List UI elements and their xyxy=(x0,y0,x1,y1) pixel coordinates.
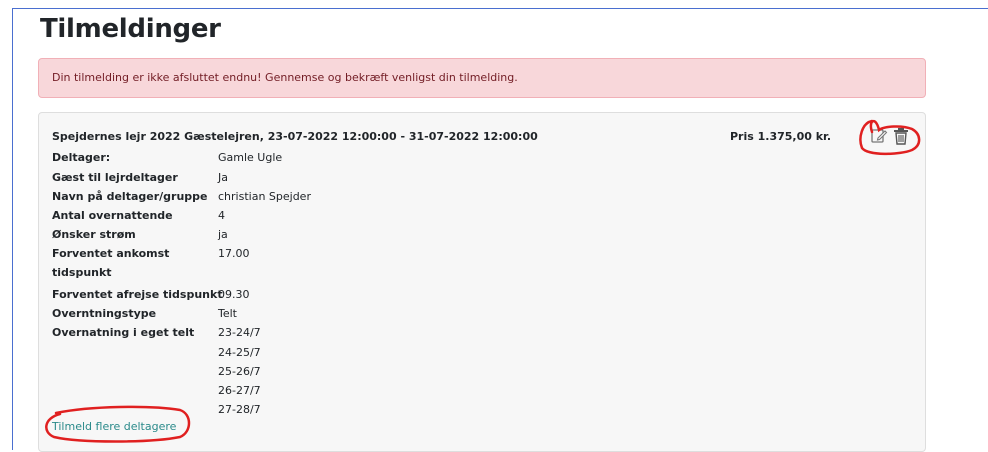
field-value-power: ja xyxy=(218,228,228,241)
field-label-deltager: Deltager: xyxy=(52,151,111,164)
field-label-departure: Forventet afrejse tidspunkt xyxy=(52,288,223,301)
field-value-own-tent-4: 26-27/7 xyxy=(218,384,261,397)
edit-icon[interactable] xyxy=(870,126,888,146)
field-value-own-tent-5: 27-28/7 xyxy=(218,403,261,416)
frame-top-border xyxy=(12,8,988,9)
field-value-guest: Ja xyxy=(218,171,228,184)
card-actions xyxy=(866,126,916,148)
field-label-own-tent: Overnatning i eget telt xyxy=(52,326,195,339)
trash-icon[interactable] xyxy=(892,126,910,146)
field-value-accommodation-type: Telt xyxy=(218,307,237,320)
alert-warning: Din tilmelding er ikke afsluttet endnu! … xyxy=(38,58,926,98)
field-value-arrival: 17.00 xyxy=(218,247,250,260)
field-label-guest: Gæst til lejrdeltager xyxy=(52,171,178,184)
field-value-overnight-count: 4 xyxy=(218,209,225,222)
registration-card xyxy=(38,112,926,452)
frame-left-border xyxy=(12,8,13,450)
field-label-arrival-cont: tidspunkt xyxy=(52,266,112,279)
field-value-deltager: Gamle Ugle xyxy=(218,151,283,164)
page-title: Tilmeldinger xyxy=(40,14,221,44)
field-value-own-tent: 23-24/7 xyxy=(218,326,261,339)
field-label-accommodation-type: Overntningstype xyxy=(52,307,157,320)
field-label-overnight-count: Antal overnattende xyxy=(52,209,173,222)
field-label-power: Ønsker strøm xyxy=(52,228,136,241)
field-label-name: Navn på deltager/gruppe xyxy=(52,190,208,203)
field-label-arrival: Forventet ankomst xyxy=(52,247,170,260)
field-value-own-tent-3: 25-26/7 xyxy=(218,365,261,378)
price: Pris 1.375,00 kr. xyxy=(730,130,832,143)
event-title: Spejdernes lejr 2022 Gæstelejren, 23-07-… xyxy=(52,130,538,143)
add-more-participants-link[interactable]: Tilmeld flere deltagere xyxy=(52,420,176,433)
field-value-departure: 09.30 xyxy=(218,288,250,301)
field-value-own-tent-2: 24-25/7 xyxy=(218,346,261,359)
field-value-name: christian Spejder xyxy=(218,190,311,203)
